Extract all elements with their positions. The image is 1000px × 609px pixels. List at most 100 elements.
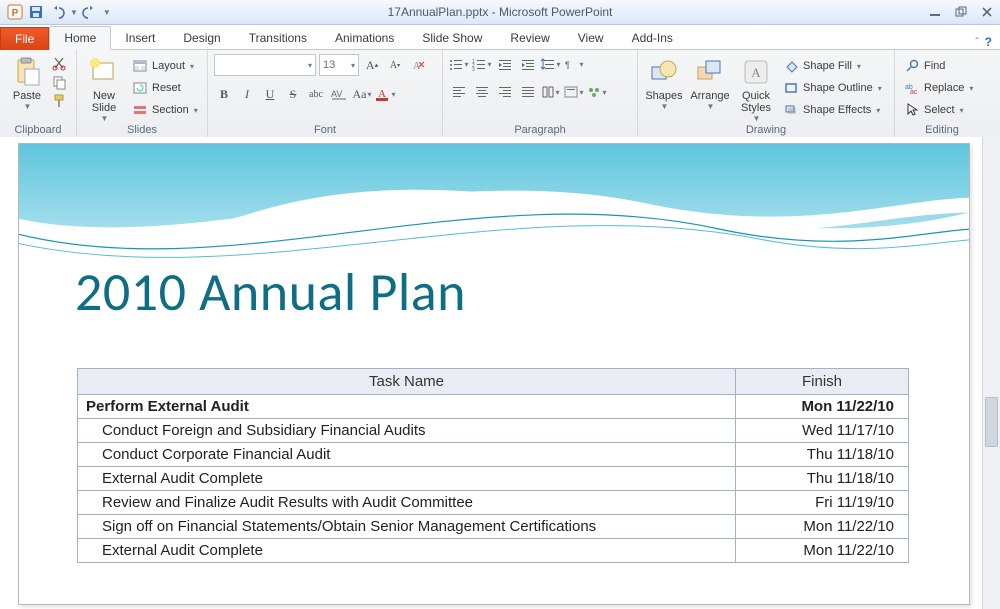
clear-formatting-icon[interactable]: A (408, 55, 428, 75)
section-label: Section (152, 104, 189, 116)
group-paragraph: ▾ 123▾ ▾ ¶▾ ▾ ▾ ▾ Paragraph (443, 50, 638, 138)
tab-design[interactable]: Design (169, 27, 234, 49)
justify-icon[interactable] (518, 82, 538, 102)
reset-button[interactable]: Reset (129, 78, 201, 98)
group-clipboard: Paste ▼ Clipboard (0, 50, 77, 138)
chevron-down-icon: ▾ (969, 84, 973, 93)
undo-dropdown-icon[interactable]: ▼ (70, 8, 78, 17)
quick-access-toolbar: P ▼ ▼ (6, 3, 111, 21)
align-right-icon[interactable] (495, 82, 515, 102)
section-button[interactable]: Section▾ (129, 100, 201, 120)
font-size-combo[interactable]: 13▾ (319, 54, 359, 76)
align-text-icon[interactable]: ▾ (564, 82, 584, 102)
strikethrough-icon[interactable]: S (283, 84, 303, 104)
font-color-icon[interactable]: A▾ (375, 84, 395, 104)
table-cell-finish: Thu 11/18/10 (736, 443, 909, 467)
table-row[interactable]: Conduct Corporate Financial AuditThu 11/… (78, 443, 909, 467)
tab-view[interactable]: View (564, 27, 618, 49)
decrease-indent-icon[interactable] (495, 54, 515, 74)
slide-title[interactable]: 2010 Annual Plan (75, 259, 466, 325)
arrange-button[interactable]: Arrange▼ (688, 54, 732, 111)
align-left-icon[interactable] (449, 82, 469, 102)
table-cell-finish: Fri 11/19/10 (736, 491, 909, 515)
scrollbar-thumb[interactable] (985, 397, 998, 447)
chevron-down-icon: ▾ (878, 84, 882, 93)
find-button[interactable]: Find (901, 56, 976, 76)
replace-label: Replace (924, 82, 964, 94)
tab-transitions[interactable]: Transitions (235, 27, 321, 49)
grow-font-icon[interactable]: A▴ (362, 55, 382, 75)
table-row[interactable]: Perform External AuditMon 11/22/10 (78, 395, 909, 419)
slide-pane[interactable]: 2010 Annual Plan Task Name Finish Perfor… (0, 137, 982, 609)
character-spacing-icon[interactable]: AV (329, 84, 349, 104)
layout-button[interactable]: Layout▾ (129, 56, 201, 76)
tab-slideshow[interactable]: Slide Show (408, 27, 496, 49)
select-button[interactable]: Select ▾ (901, 100, 976, 120)
table-cell-finish: Thu 11/18/10 (736, 467, 909, 491)
window-title: 17AnnualPlan.pptx - Microsoft PowerPoint (0, 5, 1000, 19)
columns-icon[interactable]: ▾ (541, 82, 561, 102)
arrange-icon (694, 56, 726, 88)
tab-addins[interactable]: Add-Ins (618, 27, 687, 49)
increase-indent-icon[interactable] (518, 54, 538, 74)
table-row[interactable]: Sign off on Financial Statements/Obtain … (78, 515, 909, 539)
app-icon: P (6, 3, 24, 21)
redo-icon[interactable] (81, 3, 99, 21)
shape-outline-button[interactable]: Shape Outline ▾ (780, 78, 885, 98)
quick-styles-button[interactable]: AQuick Styles▼ (736, 54, 776, 123)
help-icon[interactable]: ? (985, 35, 992, 49)
tab-insert[interactable]: Insert (111, 27, 169, 49)
chevron-down-icon: ▼ (661, 102, 669, 111)
svg-text:3: 3 (472, 67, 475, 73)
new-slide-button[interactable]: New Slide ▼ (83, 54, 125, 123)
numbering-icon[interactable]: 123▾ (472, 54, 492, 74)
undo-icon[interactable] (48, 3, 66, 21)
ribbon-minimize-icon[interactable]: ˆ (975, 37, 978, 48)
chevron-down-icon: ▾ (960, 106, 964, 115)
smartart-icon[interactable]: ▾ (587, 82, 607, 102)
group-paragraph-label: Paragraph (449, 123, 631, 137)
minimize-button[interactable] (928, 5, 942, 19)
table-row[interactable]: External Audit CompleteThu 11/18/10 (78, 467, 909, 491)
format-painter-icon[interactable] (52, 94, 66, 111)
replace-button[interactable]: abacReplace▾ (901, 78, 976, 98)
file-tab[interactable]: File (0, 27, 49, 50)
italic-icon[interactable]: I (237, 84, 257, 104)
tab-animations[interactable]: Animations (321, 27, 408, 49)
tab-home[interactable]: Home (49, 26, 111, 50)
restore-button[interactable] (954, 5, 968, 19)
text-direction-icon[interactable]: ¶▾ (564, 54, 584, 74)
shrink-font-icon[interactable]: A▾ (385, 55, 405, 75)
line-spacing-icon[interactable]: ▾ (541, 54, 561, 74)
qat-customize-icon[interactable]: ▼ (103, 8, 111, 17)
chevron-down-icon: ▼ (707, 102, 715, 111)
underline-icon[interactable]: U (260, 84, 280, 104)
text-shadow-icon[interactable]: abc (306, 84, 326, 104)
shape-outline-label: Shape Outline (803, 82, 873, 94)
shapes-icon (648, 56, 680, 88)
shapes-button[interactable]: Shapes▼ (644, 54, 684, 111)
align-center-icon[interactable] (472, 82, 492, 102)
close-button[interactable] (980, 5, 994, 19)
paste-button[interactable]: Paste ▼ (6, 54, 48, 111)
change-case-icon[interactable]: Aa▾ (352, 84, 372, 104)
save-icon[interactable] (27, 3, 45, 21)
bold-icon[interactable]: B (214, 84, 234, 104)
bullets-icon[interactable]: ▾ (449, 54, 469, 74)
slide-table[interactable]: Task Name Finish Perform External AuditM… (77, 368, 909, 563)
slide[interactable]: 2010 Annual Plan Task Name Finish Perfor… (18, 143, 970, 605)
table-row[interactable]: External Audit CompleteMon 11/22/10 (78, 539, 909, 563)
shape-effects-button[interactable]: Shape Effects▾ (780, 100, 885, 120)
table-row[interactable]: Conduct Foreign and Subsidiary Financial… (78, 419, 909, 443)
shape-fill-button[interactable]: Shape Fill▾ (780, 56, 885, 76)
table-header-task: Task Name (78, 369, 736, 395)
quick-styles-icon: A (740, 56, 772, 88)
shape-effects-label: Shape Effects (803, 104, 871, 116)
font-name-combo[interactable]: ▾ (214, 54, 316, 76)
select-label: Select (924, 104, 955, 116)
table-row[interactable]: Review and Finalize Audit Results with A… (78, 491, 909, 515)
cut-icon[interactable] (52, 56, 66, 73)
copy-icon[interactable] (52, 75, 66, 92)
vertical-scrollbar[interactable] (982, 137, 1000, 609)
tab-review[interactable]: Review (496, 27, 563, 49)
